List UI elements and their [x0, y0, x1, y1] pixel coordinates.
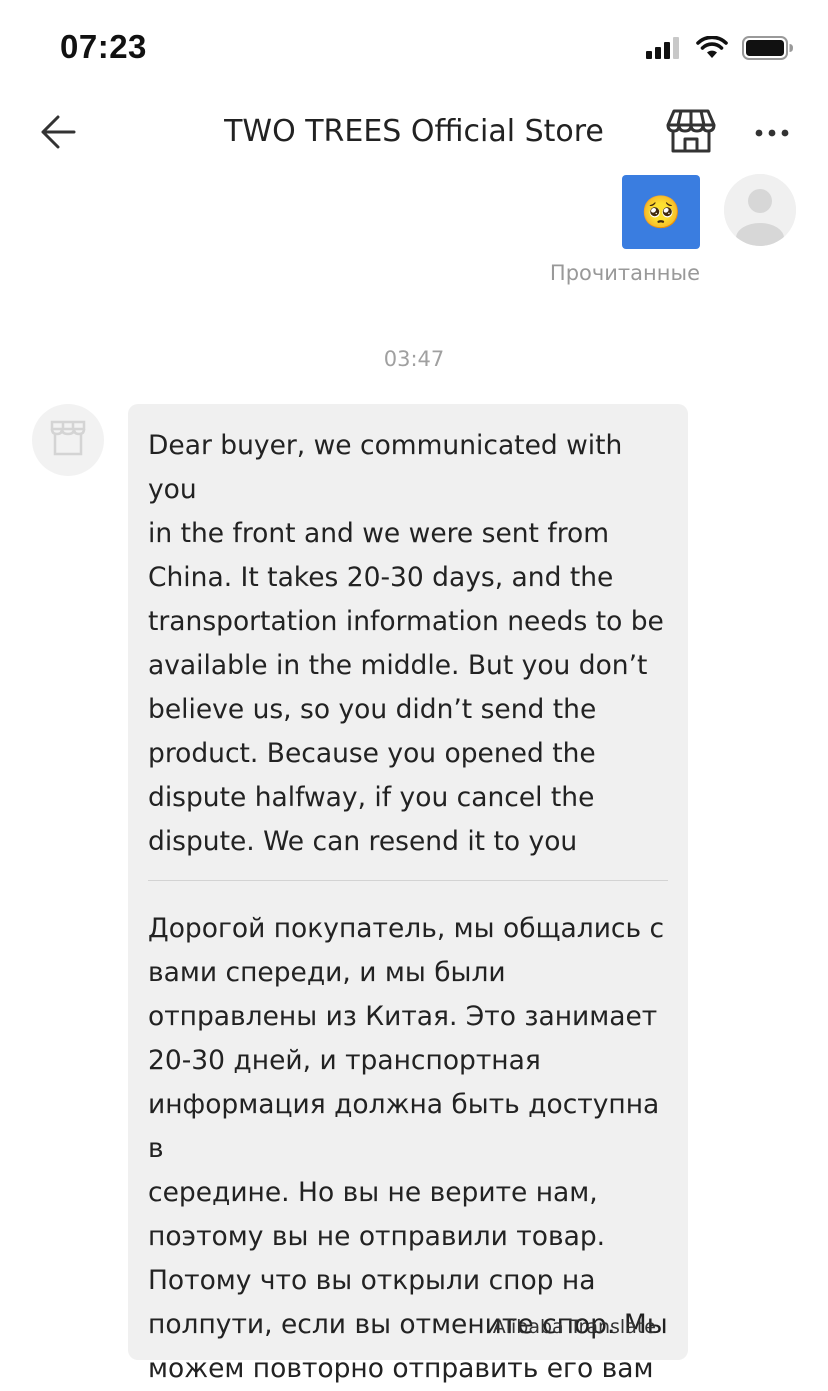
battery-icon: [742, 36, 794, 64]
store-avatar[interactable]: [32, 404, 104, 476]
status-icons: [646, 35, 794, 64]
more-horizontal-icon: [754, 123, 790, 142]
pleading-face-emoji: 🥺: [641, 193, 681, 231]
sent-message-bubble[interactable]: 🥺: [622, 175, 700, 249]
status-time: 07:23: [60, 28, 147, 65]
store-logo-icon: [48, 418, 88, 462]
user-avatar[interactable]: [724, 174, 796, 246]
chat-header: TWO TREES Official Store: [0, 100, 828, 168]
message-timestamp: 03:47: [383, 347, 445, 371]
original-message-text: Dear buyer, we communicated with you in …: [148, 430, 664, 857]
read-status: Прочитанные: [549, 261, 700, 285]
received-message-bubble[interactable]: Dear buyer, we communicated with you in …: [128, 404, 688, 1384]
more-options-button[interactable]: [748, 112, 796, 152]
storefront-icon: [666, 108, 716, 158]
translator-label: Alibaba Translate: [492, 1316, 656, 1338]
wifi-icon: [696, 35, 728, 64]
store-button[interactable]: [664, 108, 718, 158]
cellular-signal-icon: [646, 37, 682, 63]
status-bar: 07:23: [0, 0, 828, 100]
translation-divider: [148, 880, 668, 881]
